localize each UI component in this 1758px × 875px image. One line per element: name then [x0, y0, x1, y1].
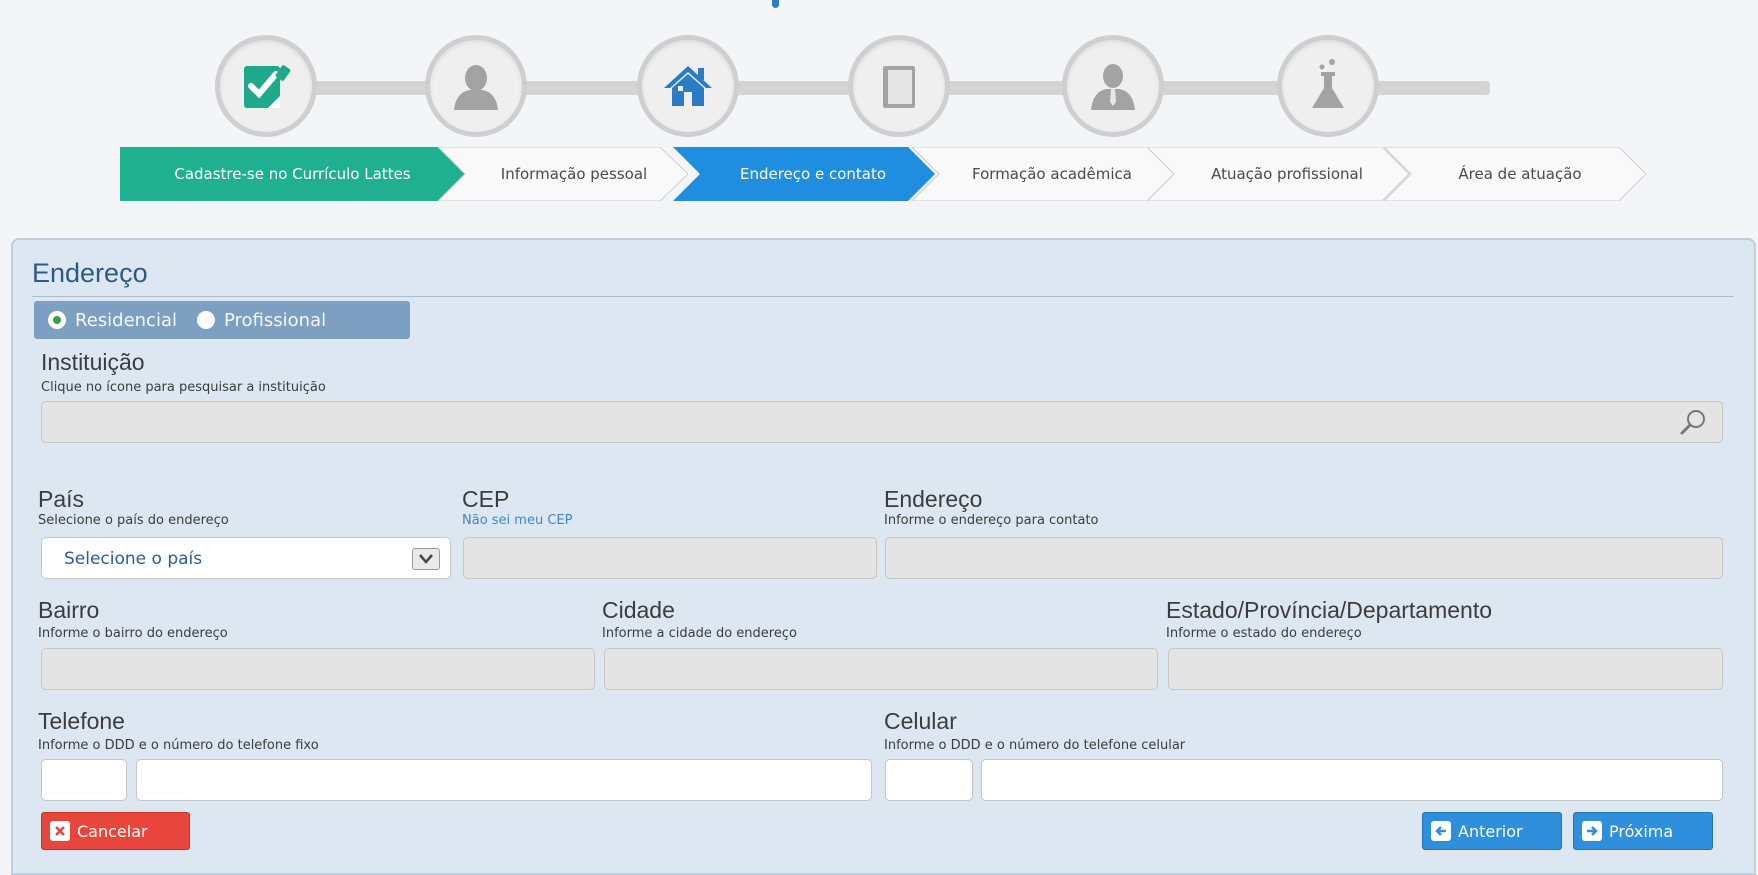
- step-atuacao[interactable]: [1062, 35, 1164, 137]
- cancel-button-label: Cancelar: [77, 821, 148, 841]
- estado-label: Estado/Província/Departamento: [1166, 597, 1493, 623]
- cidade-label: Cidade: [602, 597, 675, 623]
- radio-selected-dot: [53, 316, 61, 324]
- bairro-label: Bairro: [38, 597, 100, 623]
- bairro-hint: Informe o bairro do endereço: [38, 626, 228, 641]
- estado-hint: Informe o estado do endereço: [1166, 626, 1362, 641]
- cancel-button[interactable]: Cancelar: [41, 812, 190, 850]
- previous-button-label: Anterior: [1458, 821, 1523, 841]
- instituicao-hint: Clique no ícone para pesquisar a institu…: [41, 380, 326, 395]
- crumb-label: Área de atuação: [1458, 165, 1582, 183]
- radio-profissional-label[interactable]: Profissional: [224, 310, 326, 331]
- crumb-pessoal[interactable]: Informação pessoal: [438, 147, 688, 201]
- crumb-label: Endereço e contato: [739, 165, 887, 183]
- endereco-label: Endereço: [884, 486, 983, 512]
- next-button-label: Próxima: [1609, 821, 1674, 841]
- pais-label: País: [38, 486, 85, 512]
- chevron-down-icon[interactable]: [412, 548, 440, 570]
- arrow-right-icon: [1582, 821, 1602, 841]
- radio-residencial-label[interactable]: Residencial: [75, 310, 177, 331]
- radio-residencial[interactable]: [48, 311, 66, 329]
- endereco-hint: Informe o endereço para contato: [884, 513, 1099, 528]
- step-area[interactable]: [1277, 35, 1379, 137]
- book-icon: [883, 66, 915, 108]
- crumb-endereco[interactable]: Endereço e contato: [673, 147, 935, 201]
- pais-selected-value: Selecione o país: [64, 549, 203, 569]
- step-cadastro[interactable]: [215, 35, 317, 137]
- telefone-hint: Informe o DDD e o número do telefone fix…: [38, 738, 319, 753]
- previous-button[interactable]: Anterior: [1422, 812, 1562, 850]
- close-icon: [50, 821, 70, 841]
- crumb-label: Atuação profissional: [1211, 165, 1363, 183]
- edit-check-icon: [244, 65, 291, 108]
- pais-select[interactable]: Selecione o país: [41, 537, 451, 579]
- step-formacao[interactable]: [848, 35, 950, 137]
- step-endereco[interactable]: [637, 35, 739, 137]
- crumb-formacao[interactable]: Formação acadêmica: [912, 147, 1174, 201]
- endereco-field[interactable]: [885, 537, 1723, 579]
- section-title: Endereço: [32, 258, 148, 288]
- celular-ddd-field[interactable]: [885, 759, 973, 801]
- instituicao-label: Instituição: [41, 349, 145, 375]
- crumb-atuacao[interactable]: Atuação profissional: [1147, 147, 1409, 201]
- professional-icon: [1091, 64, 1135, 110]
- telefone-ddd-field[interactable]: [41, 759, 127, 801]
- cep-field[interactable]: [463, 537, 877, 579]
- crumb-cadastro[interactable]: Cadastre-se no Currículo Lattes: [120, 147, 465, 201]
- flask-icon: [1312, 59, 1344, 108]
- search-icon[interactable]: [1678, 408, 1708, 440]
- person-icon: [454, 65, 498, 110]
- house-icon: [664, 66, 712, 106]
- cep-help-link[interactable]: Não sei meu CEP: [462, 513, 572, 528]
- telefone-label: Telefone: [38, 708, 125, 734]
- crumb-label: Formação acadêmica: [972, 165, 1132, 183]
- cep-label: CEP: [462, 486, 510, 512]
- top-indicator: [772, 0, 779, 8]
- celular-label: Celular: [884, 708, 957, 734]
- section-divider: [32, 296, 1734, 297]
- pais-hint: Selecione o país do endereço: [38, 513, 229, 528]
- arrow-left-icon: [1431, 821, 1451, 841]
- telefone-number-field[interactable]: [136, 759, 872, 801]
- cidade-hint: Informe a cidade do endereço: [602, 626, 797, 641]
- step-pessoal[interactable]: [425, 35, 527, 137]
- celular-hint: Informe o DDD e o número do telefone cel…: [884, 738, 1186, 753]
- crumb-label: Informação pessoal: [500, 165, 648, 183]
- celular-number-field[interactable]: [981, 759, 1723, 801]
- radio-profissional[interactable]: [197, 311, 215, 329]
- crumb-label: Cadastre-se no Currículo Lattes: [174, 165, 411, 183]
- bairro-field[interactable]: [41, 648, 595, 690]
- crumb-area[interactable]: Área de atuação: [1384, 147, 1646, 201]
- cidade-field[interactable]: [604, 648, 1158, 690]
- address-type-radio-group: Residencial Profissional: [34, 301, 410, 339]
- instituicao-field[interactable]: [41, 401, 1723, 443]
- next-button[interactable]: Próxima: [1573, 812, 1713, 850]
- estado-field[interactable]: [1168, 648, 1723, 690]
